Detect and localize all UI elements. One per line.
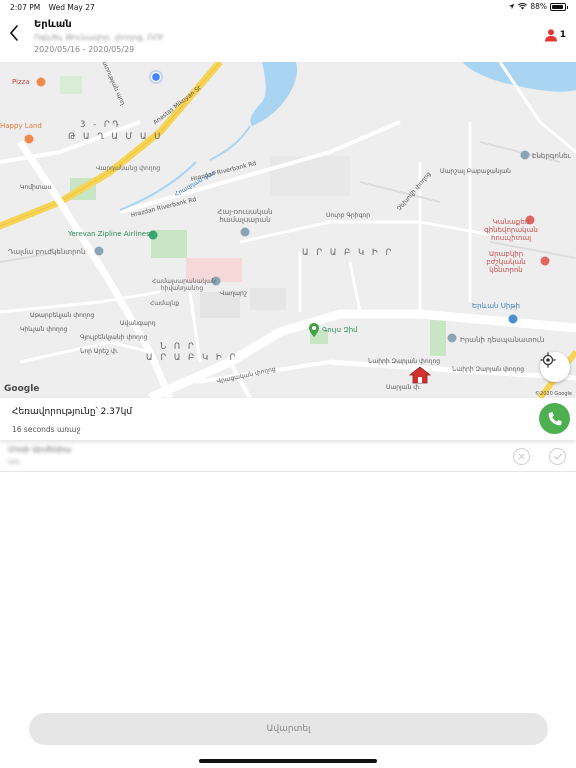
embassy-marker-icon <box>447 333 457 343</box>
back-button[interactable] <box>6 22 24 44</box>
list-item[interactable]: Մոռի Արմենիա Սու <box>0 442 576 472</box>
poi-energo: Էներգոնեւ <box>532 152 571 160</box>
status-bar: 2:07 PM Wed May 27 88% <box>0 0 576 14</box>
user-icon <box>544 29 557 42</box>
street-label-avangard: Ավանգարդ <box>120 320 156 327</box>
reject-button[interactable] <box>513 448 530 465</box>
battery-icon <box>550 2 568 11</box>
close-icon <box>518 453 525 460</box>
accept-button[interactable] <box>549 448 566 465</box>
street-label-nairi-2: Նաիրի Զարյան փողոց <box>452 366 525 373</box>
university-marker-icon <box>240 227 250 237</box>
happy-land-marker-icon <box>24 134 34 144</box>
poi-hamalsaran: Համալսարանական հիվանդանոց <box>152 278 216 292</box>
district-label-arabkir: Ա Ր Ա Բ Կ Ի Ր <box>302 248 394 258</box>
street-label-gyulbekyan: Գյուլբենկյանի փողոց <box>80 334 148 341</box>
poi-yerevan-mall: Երևան Սիթի <box>472 302 520 310</box>
users-badge[interactable]: 1 <box>544 28 566 42</box>
map-view[interactable]: 3 - ՐԴ Թ Ա Ղ Ա Մ Ա Ս Ա Ր Ա Բ Կ Ի Ր Ն Ո Ր… <box>0 62 576 398</box>
page-title: Երևան <box>34 19 72 30</box>
street-label-nairi-1: Նաիրի Զարյան փողոց <box>368 358 441 365</box>
list-item-subtitle: Սու <box>8 458 21 466</box>
last-update-text: 16 seconds առաջ <box>12 425 81 434</box>
chevron-left-icon <box>9 25 18 41</box>
street-label-atarbekyan: Աթարբեկյան փողոց <box>30 312 95 319</box>
district-label-nor: Ն Ո Ր <box>160 342 197 352</box>
district-label-3rd: 3 - ՐԴ <box>80 120 122 130</box>
dalma-marker-icon <box>94 246 104 256</box>
distance-text: Հեռավորությունը՝ 2.37կմ <box>12 407 133 417</box>
status-time: 2:07 PM <box>10 3 41 12</box>
battery-percent: 88% <box>530 2 547 11</box>
check-icon <box>553 453 562 460</box>
finish-button[interactable]: Ավարտել <box>29 713 548 745</box>
poi-pizza: Pizza <box>12 78 30 86</box>
street-label-marshal: Մարշալ Բաբաջանյան <box>440 168 511 175</box>
energo-marker-icon <box>520 150 530 160</box>
district-label-nor-arabkir: Ա Ր Ա Բ Կ Ի Ր <box>146 353 238 363</box>
home-icon[interactable] <box>409 366 431 384</box>
call-button[interactable] <box>539 403 570 434</box>
street-label-kievyan: Կիևյան փողոց <box>20 326 68 333</box>
status-date: Wed May 27 <box>48 3 95 12</box>
poi-happy-land: Happy Land <box>0 122 42 130</box>
street-label-saryan: Սարյան փ. <box>386 384 421 391</box>
street-label-nor-street: Նոր Արեշ փ. <box>80 348 119 355</box>
street-label-surb-grigor: Սուրբ Գրիգոր <box>326 212 370 219</box>
poi-irani: Իրանի դեսպանատուն <box>460 336 545 344</box>
crosshair-icon <box>540 352 556 368</box>
poi-zipline: Yerevan Zipline Airlines <box>68 230 150 238</box>
user-count: 1 <box>559 30 566 40</box>
pizza-marker-icon <box>36 77 46 87</box>
location-arrow-icon <box>509 3 515 10</box>
info-panel: Հեռավորությունը՝ 2.37կմ 16 seconds առաջ <box>0 398 576 440</box>
page-subtitle: Ոգևծև Թունավոր. փողոց, ՌՈՒ <box>34 33 164 42</box>
google-attribution: Google <box>4 384 40 394</box>
home-indicator <box>199 759 377 763</box>
street-label-vagharsh: Վաղարշ <box>220 290 247 297</box>
poi-guys-zim: Գույս Զիմ <box>322 326 358 334</box>
map-pin-icon[interactable] <box>309 323 319 337</box>
poi-vardanank: Վարդանանց փողոց <box>96 165 161 172</box>
phone-icon <box>548 411 562 425</box>
user-location-icon <box>149 70 163 84</box>
mall-marker-icon <box>508 314 518 324</box>
district-label-taghamas: Թ Ա Ղ Ա Մ Ա Ս <box>68 132 163 142</box>
poi-hamaynk: Համայնք <box>150 300 180 307</box>
map-copyright: ©2020 Google <box>535 391 572 397</box>
header: Երևան Ոգևծև Թունավոր. փողոց, ՌՈՒ 2020/05… <box>0 14 576 62</box>
poi-dalma: Դալմա բուժկենտրոն <box>8 248 86 256</box>
wifi-icon <box>518 3 528 10</box>
list-item-name: Մոռի Արմենիա <box>8 445 72 454</box>
poi-kanaki: Կանաքեռ գինեվորական հոսպիտալ <box>484 218 538 242</box>
date-range: 2020/05/16 - 2020/05/29 <box>34 45 135 54</box>
locate-button[interactable] <box>540 352 570 382</box>
poi-hay-ruskakan: Հայ-ռուսական համալսարան <box>217 208 273 224</box>
street-label-komitas: Կոմիտաս <box>20 184 52 191</box>
poi-arabkir-med: Արաբկիր բժշկական կենտրոն <box>486 250 526 274</box>
